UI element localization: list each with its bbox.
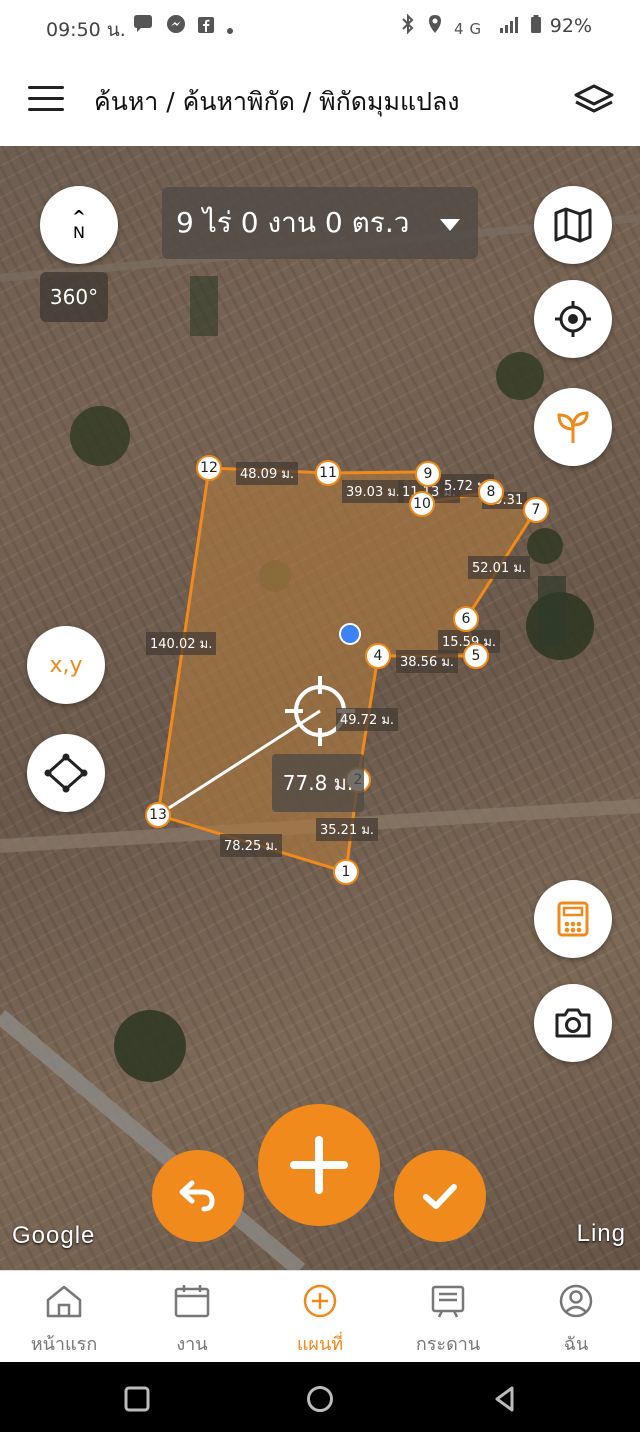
battery-icon: [531, 15, 541, 33]
layers-icon: [574, 84, 614, 113]
dot-icon: [227, 28, 234, 34]
system-icons: 4G: [401, 13, 542, 39]
tree-cluster: [70, 406, 130, 466]
check-icon: [423, 1184, 457, 1209]
bluetooth-icon: [402, 13, 414, 35]
google-attribution: Google: [12, 1222, 96, 1249]
status-time: 09:50 น.: [46, 19, 126, 41]
calculator-button[interactable]: [534, 880, 612, 958]
home-system-icon[interactable]: [305, 1384, 335, 1414]
segment-label: 140.02 ม.: [146, 632, 217, 655]
compass-button[interactable]: ^ N: [40, 186, 118, 264]
status-bar: 09:50 น. 4G 92%: [0, 0, 640, 56]
nav-home-label: หน้าแรก: [30, 1334, 98, 1355]
vertex-marker[interactable]: 6: [453, 606, 479, 632]
current-location-dot: [339, 623, 361, 645]
area-value: 9 ไร่ 0 งาน 0 ตร.ว: [176, 206, 410, 239]
area-dropdown[interactable]: 9 ไร่ 0 งาน 0 ตร.ว: [162, 187, 478, 259]
chevron-down-icon: [440, 219, 460, 231]
nav-profile[interactable]: ฉัน: [512, 1271, 640, 1363]
network-type: 4G: [454, 20, 488, 38]
vertex-marker[interactable]: 8: [478, 479, 504, 505]
camera-icon: [555, 1008, 591, 1038]
segment-label: 48.09 ม.: [236, 462, 299, 485]
segment-label: 38.56 ม.: [396, 650, 459, 673]
notification-icons: [132, 14, 234, 39]
home-icon: [46, 1285, 82, 1318]
plus-icon: [290, 1136, 348, 1194]
app-bar: ค้นหา / ค้นหาพิกัด / พิกัดมุมแปลง: [0, 56, 640, 146]
nav-board-label: กระดาน: [415, 1334, 481, 1355]
hamburger-icon: [28, 86, 64, 111]
recents-icon[interactable]: [122, 1384, 152, 1414]
compass-icon: ^ N: [72, 209, 85, 241]
chat-icon: [134, 15, 152, 32]
target-icon: [555, 301, 591, 337]
layers-button[interactable]: [572, 80, 616, 120]
measure-distance: 77.8 ม.: [272, 754, 364, 812]
nav-work-label: งาน: [176, 1334, 208, 1355]
plant-button[interactable]: [534, 388, 612, 466]
vertex-marker[interactable]: 13: [145, 802, 171, 828]
calculator-icon: [557, 901, 589, 937]
nav-home[interactable]: หน้าแรก: [0, 1271, 128, 1363]
compass-north: N: [73, 223, 85, 242]
breadcrumb: ค้นหา / ค้นหาพิกัด / พิกัดมุมแปลง: [94, 87, 460, 116]
back-icon[interactable]: [490, 1384, 520, 1414]
facebook-icon: [198, 17, 215, 33]
vertex-marker[interactable]: 10: [409, 491, 435, 517]
camera-button[interactable]: [534, 984, 612, 1062]
sprout-icon: [557, 411, 589, 443]
tree-cluster: [496, 352, 544, 400]
nav-board[interactable]: กระดาน: [384, 1271, 512, 1363]
map-view[interactable]: ^ N 360° 9 ไร่ 0 งาน 0 ตร.ว x,y 48.09 ม.…: [0, 146, 640, 1270]
nav-map-label: แผนที่: [296, 1334, 344, 1355]
confirm-button[interactable]: [394, 1150, 486, 1242]
menu-button[interactable]: [28, 86, 64, 116]
signal-icon: [499, 17, 518, 33]
segment-label: 52.01 ม.: [468, 556, 531, 579]
segment-label: 78.25 ม.: [220, 834, 283, 857]
map-icon: [554, 207, 592, 243]
polygon-icon: [44, 753, 88, 793]
undo-button[interactable]: [152, 1150, 244, 1242]
vertex-marker[interactable]: 9: [415, 461, 441, 487]
pond: [190, 276, 218, 336]
rotation-label: 360°: [40, 272, 108, 322]
polygon-tool-button[interactable]: [27, 734, 105, 812]
tree-cluster: [114, 1010, 186, 1082]
user-icon: [559, 1284, 593, 1318]
xy-coordinate-button[interactable]: x,y: [27, 626, 105, 704]
location-icon: [428, 15, 441, 33]
vertex-marker[interactable]: 12: [196, 455, 222, 481]
nav-map[interactable]: แผนที่: [256, 1271, 384, 1363]
calendar-icon: [174, 1285, 210, 1318]
undo-icon: [179, 1180, 215, 1212]
nav-profile-label: ฉัน: [563, 1334, 589, 1355]
tree-cluster: [527, 528, 563, 564]
segment-label: 39.03 ม.: [342, 480, 405, 503]
xy-label: x,y: [49, 652, 83, 678]
ling-attribution: Ling: [576, 1220, 626, 1247]
map-type-button[interactable]: [534, 186, 612, 264]
segment-label: 49.72 ม.: [336, 708, 399, 731]
board-icon: [431, 1285, 465, 1318]
battery-level: 92%: [549, 15, 592, 37]
messenger-icon: [166, 15, 185, 33]
segment-label: 35.21 ม.: [316, 818, 379, 841]
vertex-marker[interactable]: 4: [365, 643, 391, 669]
add-point-button[interactable]: [258, 1104, 380, 1226]
vertex-marker[interactable]: 1: [333, 859, 359, 885]
vertex-marker[interactable]: 11: [315, 460, 341, 486]
bottom-navigation: หน้าแรก งาน แผนที่ กระดาน ฉัน: [0, 1270, 640, 1363]
pond: [538, 576, 566, 646]
plus-circle-icon: [303, 1284, 337, 1318]
system-navigation-bar: [0, 1362, 640, 1432]
my-location-button[interactable]: [534, 280, 612, 358]
vertex-marker[interactable]: 5: [463, 643, 489, 669]
nav-work[interactable]: งาน: [128, 1271, 256, 1363]
vertex-marker[interactable]: 7: [523, 497, 549, 523]
